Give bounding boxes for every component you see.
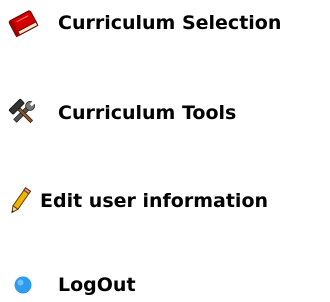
- nav-menu: Curriculum Selection Curriculum Tools Ed…: [0, 0, 330, 298]
- menu-item-label: Curriculum Selection: [58, 11, 282, 34]
- menu-item-label: Edit user information: [40, 189, 269, 212]
- blue-dot-icon: [6, 268, 40, 302]
- book-icon: [6, 6, 40, 40]
- hammer-wrench-icon: [6, 96, 40, 130]
- menu-item-curriculum-tools[interactable]: Curriculum Tools: [6, 96, 236, 130]
- pencil-icon: [6, 184, 34, 218]
- menu-item-label: Curriculum Tools: [58, 101, 237, 124]
- menu-item-curriculum-selection[interactable]: Curriculum Selection: [6, 6, 281, 40]
- menu-item-logout[interactable]: LogOut: [6, 268, 136, 302]
- menu-item-label: LogOut: [58, 273, 136, 296]
- menu-item-edit-user-information[interactable]: Edit user information: [6, 184, 268, 218]
